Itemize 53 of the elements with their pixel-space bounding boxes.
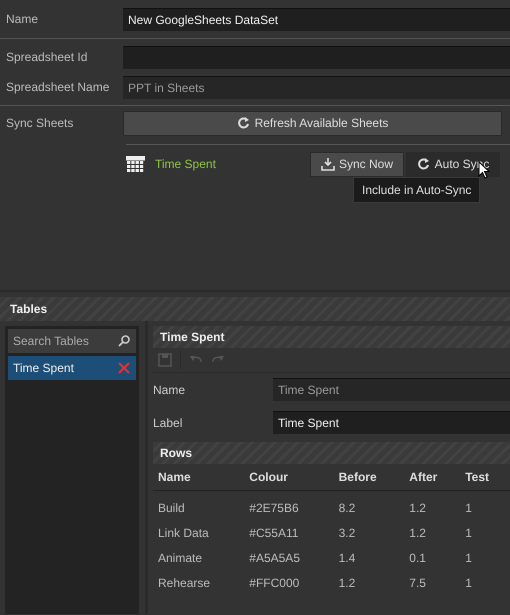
panel-header: Rows — [153, 442, 510, 464]
table-name: Time Spent — [13, 361, 74, 375]
table-cell-text: #C55A11 — [248, 524, 300, 542]
table-cell-text: 0.1 — [408, 550, 427, 566]
search-field[interactable]: Search Tables — [8, 329, 136, 353]
column-header: Test — [460, 464, 510, 490]
table-cell-text: 1.4 — [338, 550, 356, 566]
table-cell-text: Animate — [157, 550, 204, 566]
tooltip: Include in Auto-Sync — [353, 177, 480, 203]
input-field[interactable] — [123, 46, 510, 68]
column-header: After — [404, 464, 460, 490]
field-label: Spreadsheet Id — [6, 50, 88, 64]
sync-now-button[interactable]: Sync Now — [310, 152, 404, 176]
input-field[interactable]: PPT in Sheets — [123, 76, 510, 98]
column-header: Name — [153, 464, 244, 490]
refresh-icon — [236, 116, 251, 130]
field-label: Label — [153, 416, 184, 430]
refresh-icon — [416, 157, 431, 171]
table-cell-text: #FFC000 — [248, 574, 300, 592]
field-label: Sync Sheets — [6, 116, 74, 130]
panel-header: Time Spent — [153, 326, 510, 348]
table-cell: #2E75B6 — [244, 490, 334, 520]
input-field[interactable]: Time Spent — [273, 411, 510, 434]
refresh-button[interactable]: Refresh Available Sheets — [123, 110, 502, 136]
table-cell-text: 1 — [464, 550, 473, 566]
table-cell: 8.2 — [334, 490, 404, 520]
table-cell-text: Rehearse — [157, 574, 212, 592]
table-cell-text: 7.5 — [408, 574, 427, 592]
input-field[interactable]: Time Spent — [273, 378, 510, 401]
field-label: Name — [153, 382, 186, 396]
table-cell-text: 3.2 — [338, 524, 356, 542]
sheet-name: Time Spent — [155, 157, 217, 171]
column-header: Colour — [244, 464, 334, 490]
grid-icon — [126, 156, 145, 172]
table-cell: 1.2 — [404, 490, 460, 520]
table-cell-text: 1 — [464, 574, 473, 592]
field-label: Spreadsheet Name — [6, 80, 110, 94]
download-icon — [320, 157, 335, 171]
table-cell: Build — [153, 490, 244, 520]
table-list-item[interactable]: Time Spent — [8, 356, 136, 380]
search-icon — [118, 335, 130, 347]
table-cell-text: 1 — [464, 524, 473, 542]
table-cell-text: Link Data — [157, 524, 210, 542]
save-icon — [158, 353, 172, 367]
column-header: Before — [334, 464, 404, 490]
field-label: Name — [6, 12, 40, 26]
table-cell-text: 1.2 — [408, 524, 427, 542]
table-cell: 1 — [460, 490, 510, 520]
section-header: Tables — [0, 297, 510, 321]
table-cell-text: #A5A5A5 — [248, 550, 301, 566]
delete-icon — [118, 362, 130, 374]
input-field[interactable]: New GoogleSheets DataSet — [123, 8, 510, 30]
table-cell-text: 1.2 — [338, 574, 356, 592]
